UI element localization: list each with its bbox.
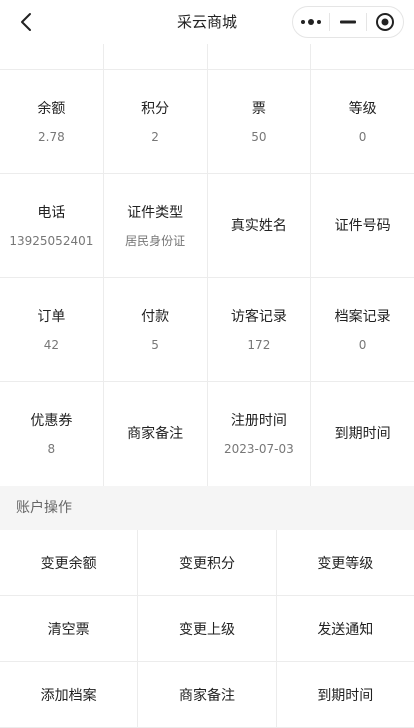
stat-label: 注册时间 (230, 413, 287, 429)
change-points-button[interactable]: 变更积分 (138, 530, 277, 595)
stat-label: 付款 (141, 308, 170, 325)
stat-value: 2.78 (38, 129, 65, 144)
navigation-bar: 采云商城 (0, 0, 414, 44)
clear-tickets-button[interactable]: 清空票 (0, 596, 139, 661)
more-dots-icon (301, 19, 321, 25)
minus-icon (340, 20, 356, 24)
stat-label: 商家备注 (127, 426, 184, 442)
stat-value: 50 (251, 129, 267, 144)
stat-merchant-note[interactable]: 商家备注 (104, 382, 208, 486)
stat-label: 档案记录 (334, 308, 391, 325)
close-button[interactable] (367, 7, 403, 37)
action-row: 添加档案 商家备注 到期时间 (0, 662, 414, 728)
stat-label: 订单 (37, 308, 66, 325)
stat-value: 0 (358, 337, 367, 352)
stat-label: 真实姓名 (230, 217, 287, 234)
stat-value: 2 (151, 129, 159, 144)
stat-value: 42 (43, 337, 60, 352)
stat-phone[interactable]: 电话 13925052401 (0, 174, 104, 277)
stat-level[interactable]: 等级 0 (311, 70, 414, 173)
stat-id-number[interactable]: 证件号码 (311, 174, 414, 277)
stat-real-name[interactable]: 真实姓名 (208, 174, 312, 277)
account-actions-grid: 变更余额 变更积分 变更等级 清空票 变更上级 发送通知 添加档案 商家备注 到… (0, 530, 414, 728)
stat-value: 0 (358, 129, 367, 144)
stats-row: 优惠券 8 商家备注 注册时间 2023-07-03 到期时间 (0, 382, 414, 486)
stat-label: 访客记录 (230, 308, 287, 325)
stat-label: 证件号码 (334, 217, 391, 234)
stat-value: 5 (151, 337, 159, 352)
grid-top-strip (0, 44, 414, 70)
action-row: 清空票 变更上级 发送通知 (0, 596, 414, 662)
stat-label: 优惠券 (30, 413, 73, 429)
send-notification-button[interactable]: 发送通知 (277, 596, 414, 661)
expire-time-button[interactable]: 到期时间 (277, 662, 414, 727)
stat-register-time[interactable]: 注册时间 2023-07-03 (208, 382, 312, 486)
stat-file-records[interactable]: 档案记录 0 (311, 278, 414, 381)
merchant-note-button[interactable]: 商家备注 (138, 662, 277, 727)
stat-value: 172 (247, 337, 271, 352)
stat-expire-time[interactable]: 到期时间 (311, 382, 414, 486)
stat-label: 票 (251, 100, 266, 117)
more-button[interactable] (293, 7, 329, 37)
stat-id-type[interactable]: 证件类型 居民身份证 (104, 174, 208, 277)
target-circle-icon (376, 13, 394, 31)
minimize-button[interactable] (330, 7, 366, 37)
stat-value: 居民身份证 (125, 233, 186, 248)
mini-program-capsule (292, 6, 404, 38)
stat-coupons[interactable]: 优惠券 8 (0, 382, 104, 486)
stat-points[interactable]: 积分 2 (104, 70, 208, 173)
stat-value: 8 (47, 442, 56, 456)
stat-label: 证件类型 (127, 204, 184, 221)
stat-label: 电话 (37, 204, 66, 221)
account-operations-header: 账户操作 (0, 486, 414, 530)
change-balance-button[interactable]: 变更余额 (0, 530, 139, 595)
stats-row: 余额 2.78 积分 2 票 50 等级 0 (0, 70, 414, 174)
stat-label: 积分 (141, 100, 170, 117)
stat-value: 13925052401 (9, 233, 94, 248)
stats-row: 电话 13925052401 证件类型居民身份证 真实姓名 证件号码 (0, 174, 414, 278)
stat-label: 到期时间 (334, 426, 391, 442)
add-file-button[interactable]: 添加档案 (0, 662, 139, 727)
stat-label: 余额 (37, 100, 66, 117)
stat-balance[interactable]: 余额 2.78 (0, 70, 104, 173)
stat-orders[interactable]: 订单 42 (0, 278, 104, 381)
stat-label: 等级 (348, 100, 377, 117)
change-superior-button[interactable]: 变更上级 (138, 596, 277, 661)
user-info-grid: 余额 2.78 积分 2 票 50 等级 0 电话 13925052401 证件类型 居民身… (0, 44, 414, 486)
change-level-button[interactable]: 变更等级 (277, 530, 414, 595)
action-row: 变更余额 变更积分 变更等级 (0, 530, 414, 596)
stat-visitor-records[interactable]: 访客记录 172 (208, 278, 312, 381)
stats-row: 订单 42 付款 5 访客记录 172 档案记录 0 (0, 278, 414, 382)
stat-payments[interactable]: 付款 5 (104, 278, 208, 381)
stat-tickets[interactable]: 票 50 (208, 70, 312, 173)
stat-value: 2023-07-03 (224, 442, 294, 456)
